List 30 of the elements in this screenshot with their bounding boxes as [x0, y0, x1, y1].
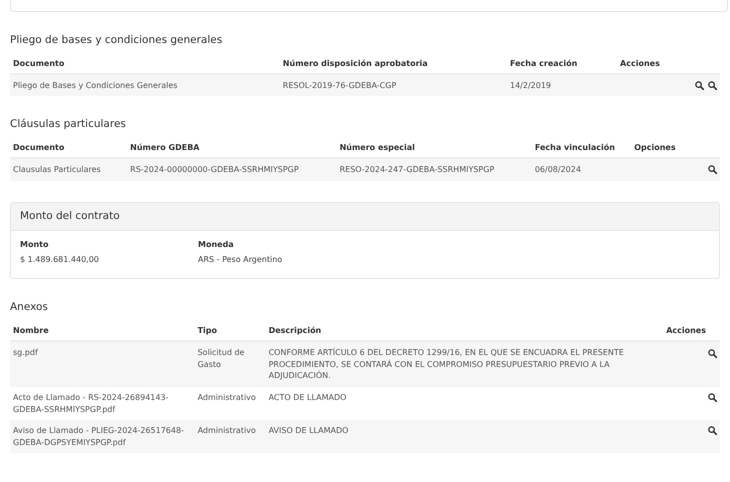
card-title: Monto del contrato: [11, 202, 719, 232]
table-cell: RS-2024-00000000-GDEBA-SSRHMIYSPGP: [127, 158, 337, 181]
search-icon[interactable]: [708, 81, 717, 90]
table-cell: RESO-2024-247-GDEBA-SSRHMIYSPGP: [336, 158, 532, 181]
search-icon[interactable]: [708, 165, 717, 174]
table-cell: AVISO DE LLAMADO: [266, 420, 664, 454]
field-label: Monto: [20, 239, 50, 252]
table-cell: Aviso de Llamado - PLIEG-2024-26517648-GDEBA-DGPSYEMIYSPGP.pdf: [10, 420, 195, 454]
section-title: Pliego de bases y condiciones generales: [10, 33, 224, 48]
table-cell: Acto de Llamado - RS-2024-26894143-GDEBA-SSRHMIYSPGP.pdf: [10, 386, 195, 420]
section-title: Anexos: [10, 300, 49, 316]
search-icon[interactable]: [708, 426, 717, 436]
table-cell: CONFORME ARTÍCULO 6 DEL DECRETO 1299/16, EN EL QUE SE ENCUADRA EL PRESENTE PROCEDIMIENTO, SE CONTARÁ CON EL COMPROMISO PRESUPUESTARIO PREVIO A LA ADJUDICACIÓN.: [266, 341, 664, 387]
field-value: $ 1.489.681.440,00: [20, 254, 100, 266]
field-label: Moneda: [198, 239, 235, 252]
table-cell: Administrativo: [194, 420, 266, 454]
table-cell: Clausulas Particulares: [10, 158, 128, 181]
table-cell: RESOL-2019-76-GDEBA-CGP: [280, 74, 507, 96]
table-cell: ACTO DE LLAMADO: [266, 386, 664, 420]
field-value: ARS - Peso Argentino: [198, 254, 284, 266]
table-cell: Administrativo: [194, 386, 266, 420]
search-icon[interactable]: [708, 348, 717, 358]
search-icon[interactable]: [708, 393, 717, 402]
table-cell: 06/08/2024: [532, 158, 632, 181]
table-cell: Solicitud de Gasto: [194, 341, 266, 387]
table-cell: sg.pdf: [10, 341, 195, 387]
search-icon[interactable]: [695, 81, 704, 90]
table-cell: 14/2/2019: [506, 74, 618, 96]
section-title: Cláusulas particulares: [10, 117, 127, 132]
table-cell: Pliego de Bases y Condiciones Generales: [10, 74, 280, 96]
